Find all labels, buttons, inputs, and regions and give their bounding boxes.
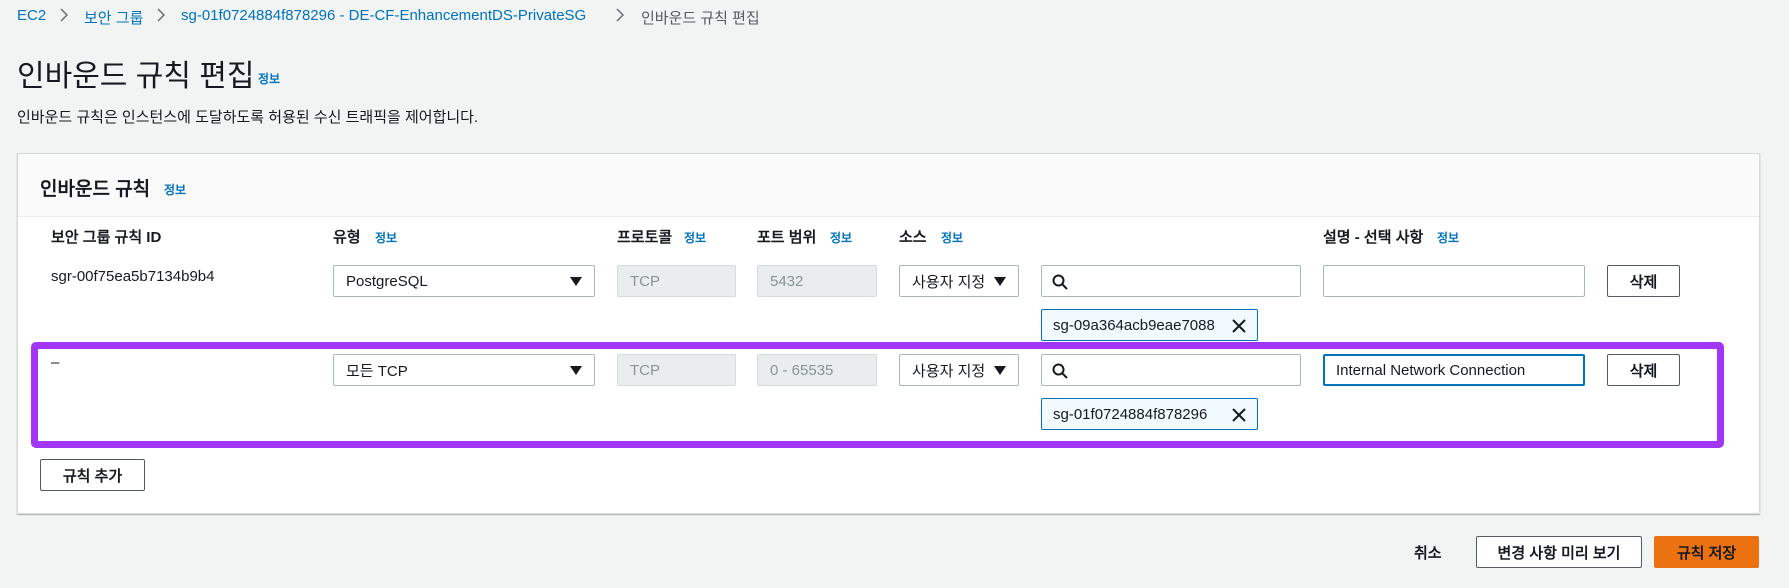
breadcrumb-ec2[interactable]: EC2: [17, 7, 46, 24]
save-rules-button[interactable]: 규칙 저장: [1654, 536, 1759, 568]
type-select-value: PostgreSQL: [346, 272, 428, 290]
page-title: 인바운드 규칙 편집: [17, 60, 255, 93]
breadcrumb-current: 인바운드 규칙 편집: [641, 10, 760, 27]
delete-button[interactable]: 삭제: [1607, 265, 1680, 297]
port-range-field: 5432: [757, 265, 877, 297]
page-description: 인바운드 규칙은 인스턴스에 도달하도록 허용된 수신 트래픽을 제어합니다.: [17, 109, 479, 126]
source-info-link[interactable]: 정보: [941, 229, 963, 246]
rule-id: sgr-00f75ea5b7134b9b4: [51, 268, 215, 285]
port-range-info-link[interactable]: 정보: [830, 229, 852, 246]
caret-down-icon: [570, 277, 582, 286]
add-rule-button[interactable]: 규칙 추가: [40, 459, 145, 491]
chevron-right-icon: [58, 5, 70, 25]
search-icon: [1052, 274, 1068, 290]
source-type-value: 사용자 지정: [912, 273, 986, 291]
col-header-protocol: 프로토콜: [617, 229, 673, 246]
breadcrumb-security-groups[interactable]: 보안 그룹: [84, 7, 143, 28]
col-header-type: 유형: [333, 229, 361, 246]
col-header-port-range: 포트 범위: [757, 229, 817, 246]
source-search-input[interactable]: [1041, 265, 1301, 297]
source-token-label: sg-09a364acb9eae7088: [1053, 316, 1215, 334]
description-info-link[interactable]: 정보: [1437, 229, 1459, 246]
type-select[interactable]: PostgreSQL: [333, 265, 595, 297]
row-highlight: [31, 342, 1724, 448]
col-header-source: 소스: [899, 229, 927, 246]
col-header-rule-id: 보안 그룹 규칙 ID: [51, 229, 162, 246]
breadcrumb-security-group[interactable]: sg-01f0724884f878296 - DE-CF-Enhancement…: [181, 7, 586, 24]
description-input[interactable]: [1323, 265, 1585, 297]
chevron-right-icon: [614, 5, 626, 25]
col-header-description: 설명 - 선택 사항: [1323, 229, 1424, 246]
protocol-field: TCP: [617, 265, 736, 297]
source-token: sg-09a364acb9eae7088: [1041, 309, 1258, 341]
protocol-info-link[interactable]: 정보: [684, 229, 706, 246]
panel-info-link[interactable]: 정보: [164, 181, 186, 198]
close-icon[interactable]: [1231, 318, 1247, 334]
panel-title: 인바운드 규칙: [40, 179, 151, 200]
chevron-right-icon: [155, 5, 167, 25]
page-info-link[interactable]: 정보: [258, 70, 280, 87]
source-type-select[interactable]: 사용자 지정: [899, 265, 1019, 297]
type-info-link[interactable]: 정보: [375, 229, 397, 246]
caret-down-icon: [994, 277, 1006, 286]
panel-header: [18, 154, 1759, 217]
cancel-button[interactable]: 취소: [1414, 542, 1442, 563]
preview-changes-button[interactable]: 변경 사항 미리 보기: [1476, 536, 1642, 568]
